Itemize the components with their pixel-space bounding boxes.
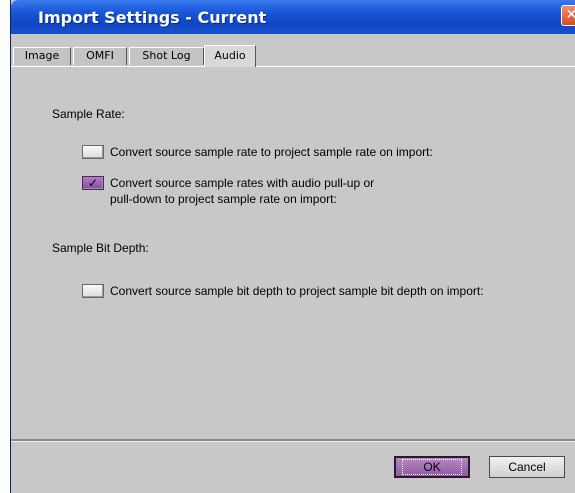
close-icon[interactable]: ✕: [561, 5, 575, 26]
cancel-button[interactable]: Cancel: [489, 456, 565, 478]
window-title: Import Settings - Current: [38, 8, 267, 27]
tab-strip: Image OMFI Shot Log Audio: [11, 45, 575, 67]
pull-up-down-checkbox[interactable]: ✓: [82, 176, 104, 190]
bit-depth-heading: Sample Bit Depth:: [52, 241, 149, 255]
ok-button-label: OK: [402, 459, 462, 475]
convert-sample-rate-label: Convert source sample rate to project sa…: [110, 145, 433, 159]
convert-bit-depth-label: Convert source sample bit depth to proje…: [110, 284, 484, 298]
convert-sample-rate-checkbox[interactable]: [82, 145, 104, 159]
footer-divider: [11, 439, 575, 442]
convert-bit-depth-checkbox[interactable]: [82, 284, 104, 298]
pull-up-down-label-line1: Convert source sample rates with audio p…: [110, 176, 375, 190]
pull-up-down-label-line2: pull-down to project sample rate on impo…: [110, 192, 337, 206]
tab-image[interactable]: Image: [13, 47, 71, 65]
sample-rate-heading: Sample Rate:: [52, 107, 125, 121]
checkmark-icon: ✓: [87, 176, 99, 190]
import-settings-dialog: Import Settings - Current ✕ Image OMFI S…: [10, 0, 575, 493]
title-bar[interactable]: Import Settings - Current ✕: [11, 0, 575, 34]
tab-audio[interactable]: Audio: [204, 45, 256, 67]
tab-shot-log[interactable]: Shot Log: [129, 47, 204, 65]
tab-omfi[interactable]: OMFI: [73, 47, 127, 65]
audio-settings-panel: Sample Rate: Convert source sample rate …: [11, 67, 575, 439]
ok-button[interactable]: OK: [394, 456, 470, 478]
